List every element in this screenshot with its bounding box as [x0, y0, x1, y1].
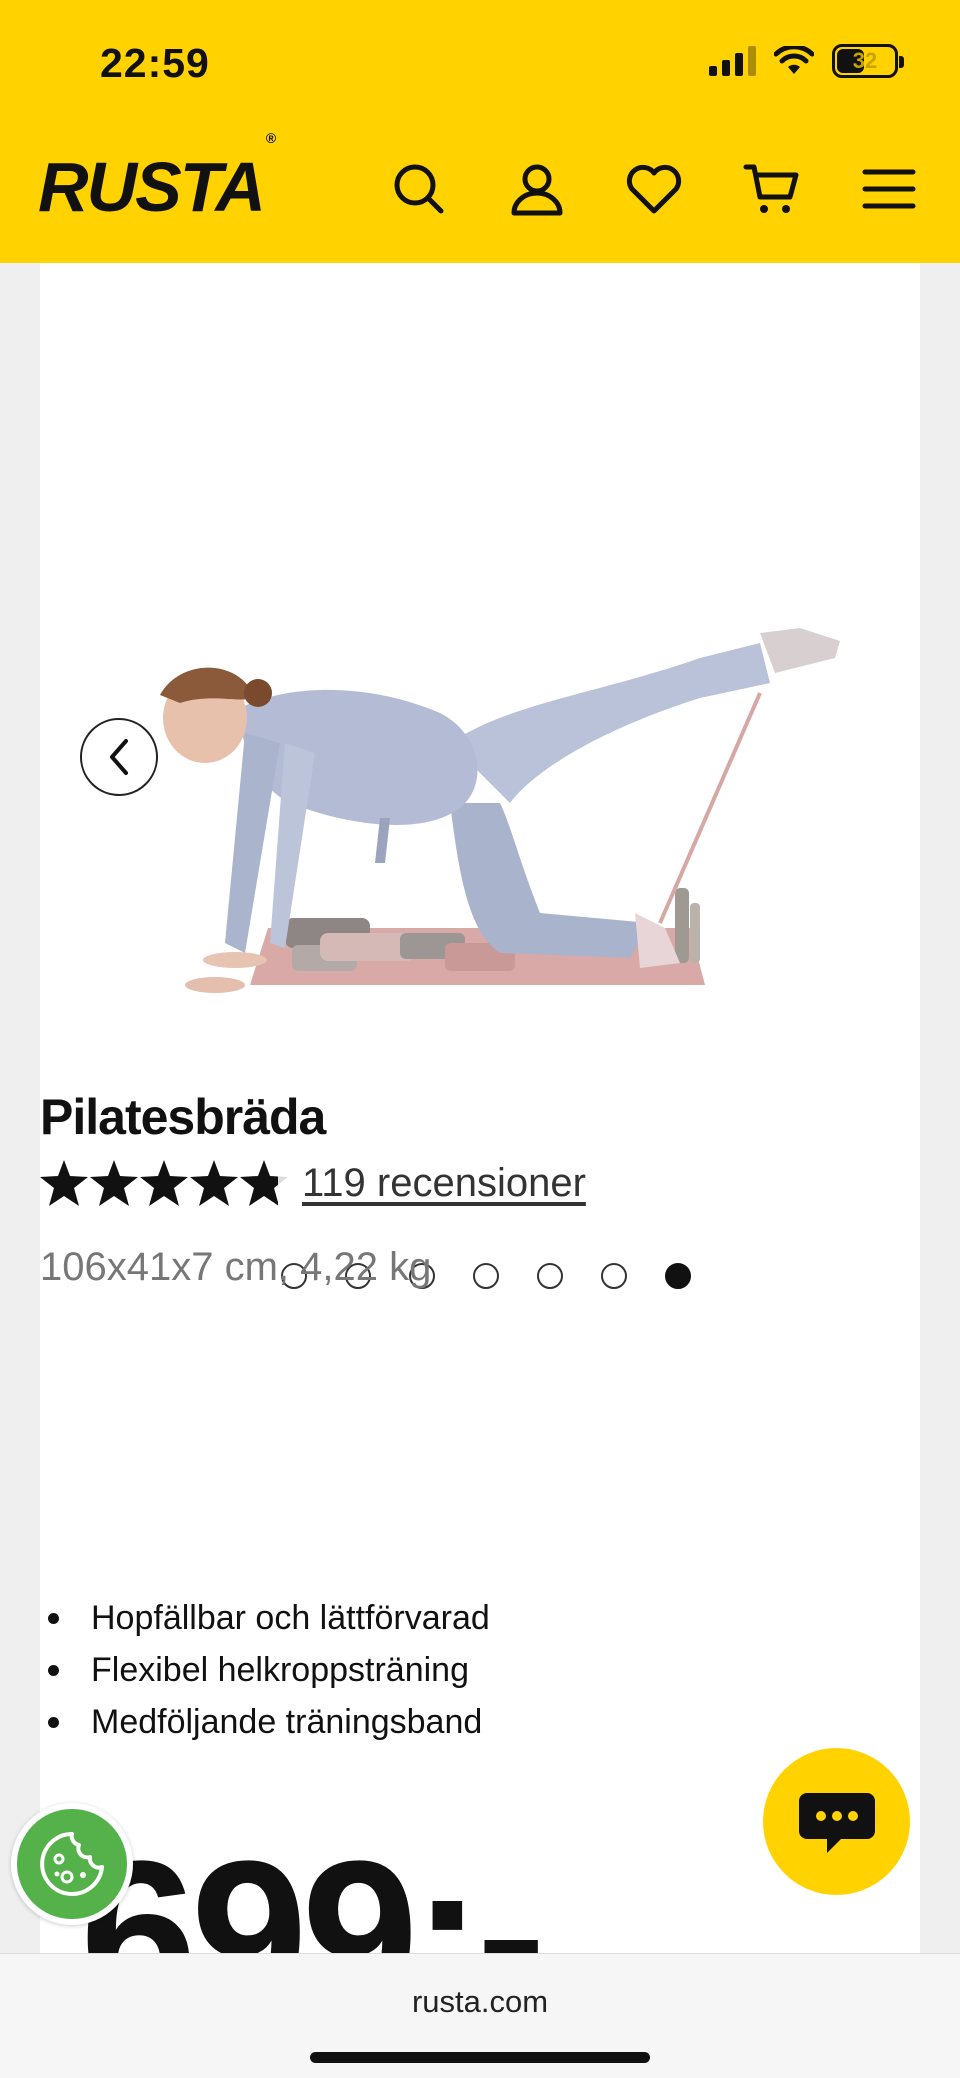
feature-item: Hopfällbar och lättförvarad	[40, 1592, 490, 1644]
feature-item: Flexibel helkroppsträning	[40, 1644, 490, 1696]
gallery-prev-button[interactable]	[80, 718, 158, 796]
star-icon	[190, 1160, 238, 1206]
user-icon	[511, 164, 563, 216]
cookie-icon	[40, 1832, 104, 1896]
rating-row: 119 recensioner	[40, 1160, 586, 1206]
chat-icon	[798, 1792, 875, 1853]
feature-list: Hopfällbar och lättförvarad Flexibel hel…	[40, 1592, 490, 1748]
star-icon	[40, 1160, 88, 1206]
battery-icon: 32	[832, 44, 904, 78]
product-price: 699:-	[80, 1817, 546, 1954]
cookie-settings-button[interactable]	[11, 1803, 133, 1925]
gallery-dot[interactable]	[473, 1263, 499, 1289]
home-indicator[interactable]	[310, 2052, 650, 2063]
rusta-logo[interactable]: RUSTA®	[38, 131, 276, 222]
gallery-dot[interactable]	[537, 1263, 563, 1289]
heart-icon	[626, 164, 682, 214]
feature-text: Flexibel helkroppsträning	[91, 1650, 469, 1689]
menu-icon	[862, 169, 916, 209]
cart-button[interactable]	[733, 150, 811, 228]
product-dimensions: 106x41x7 cm, 4,22 kg	[40, 1245, 432, 1289]
browser-bottom-bar: rusta.com	[0, 1953, 960, 2078]
status-icons: 32	[709, 44, 904, 78]
star-icon	[90, 1160, 138, 1206]
star-icon	[140, 1160, 188, 1206]
browser-url[interactable]: rusta.com	[0, 1984, 960, 2020]
feature-text: Hopfällbar och lättförvarad	[91, 1598, 490, 1637]
feature-text: Medföljande träningsband	[91, 1702, 483, 1741]
reviews-link[interactable]: 119 recensioner	[302, 1161, 586, 1206]
search-button[interactable]	[380, 150, 458, 228]
wishlist-button[interactable]	[615, 150, 693, 228]
gallery-dot[interactable]	[601, 1263, 627, 1289]
cart-icon	[743, 164, 799, 213]
top-header: 22:59 32 RUSTA®	[0, 0, 960, 263]
chat-button[interactable]	[763, 1748, 910, 1895]
star-partial-icon	[240, 1160, 288, 1206]
search-icon	[394, 164, 444, 214]
feature-item: Medföljande träningsband	[40, 1696, 490, 1748]
product-title: Pilatesbräda	[40, 1089, 326, 1145]
menu-button[interactable]	[850, 150, 928, 228]
rating-stars	[40, 1160, 288, 1206]
account-button[interactable]	[498, 150, 576, 228]
signal-icon	[709, 46, 756, 76]
status-time: 22:59	[100, 40, 210, 86]
gallery-dot-active[interactable]	[665, 1263, 691, 1289]
wifi-icon	[774, 46, 814, 74]
battery-level: 32	[852, 48, 878, 73]
header-nav	[380, 150, 940, 230]
chevron-left-icon	[110, 739, 128, 775]
logo-registered-mark: ®	[265, 129, 276, 146]
logo-text: RUSTA	[38, 148, 266, 226]
